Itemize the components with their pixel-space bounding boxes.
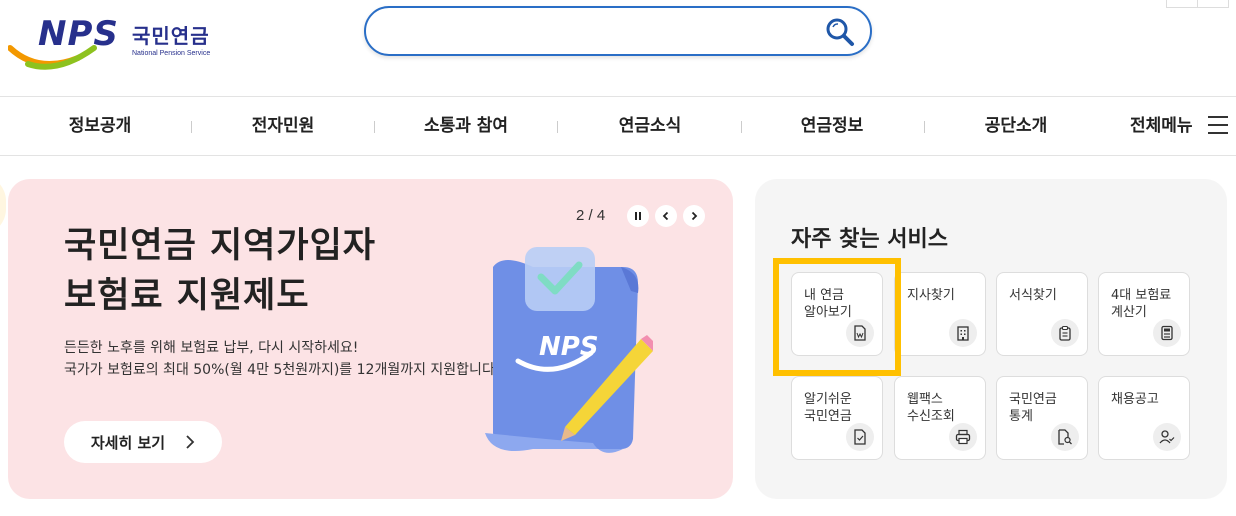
hero-title-line2: 보험료 지원제도 xyxy=(64,276,310,316)
prev-slide-button[interactable] xyxy=(655,205,677,227)
hamburger-icon[interactable] xyxy=(1208,116,1228,136)
nav-item-about[interactable]: 공단소개 xyxy=(956,97,1076,155)
nav-divider xyxy=(741,121,742,133)
card-label: 지사찾기 xyxy=(907,287,955,304)
nps-document-illustration: NPS xyxy=(485,247,653,453)
all-menu-link[interactable]: 전체메뉴 xyxy=(1130,97,1193,155)
card-label: 알기쉬운 국민연금 xyxy=(804,391,852,425)
card-label: 채용공고 xyxy=(1111,391,1159,408)
hero-title-line1: 국민연금 지역가입자 xyxy=(64,226,376,266)
card-label: 내 연금 알아보기 xyxy=(804,287,852,321)
building-icon xyxy=(949,319,977,347)
util-button-1[interactable] xyxy=(1166,0,1198,8)
hero-desc-line2: 국가가 보험료의 최대 50%(월 4만 5천원까지)를 12개월까지 지원합니… xyxy=(64,362,500,378)
card-label-line1: 알기쉬운 xyxy=(804,392,852,407)
service-card-find-branch[interactable]: 지사찾기 xyxy=(894,272,986,356)
hero-description: 든든한 노후를 위해 보험료 납부, 다시 시작하세요! 국가가 보험료의 최대… xyxy=(64,337,499,381)
card-label-line2: 알아보기 xyxy=(804,305,852,320)
card-label-line2: 수신조회 xyxy=(907,409,955,424)
card-label-line1: 웹팩스 xyxy=(907,392,943,407)
logo-english: National Pension Service xyxy=(132,50,211,57)
card-label-line1: 국민연금 xyxy=(1009,392,1057,407)
chevron-right-icon xyxy=(186,435,195,449)
frequent-services-panel: 자주 찾는 서비스 내 연금 알아보기 지사찾기 서식찾기 4대 보험료 계산기… xyxy=(755,179,1227,499)
service-card-insurance-calculator[interactable]: 4대 보험료 계산기 xyxy=(1098,272,1190,356)
illust-nps-text: NPS xyxy=(539,332,599,362)
printer-icon xyxy=(949,423,977,451)
nav-divider xyxy=(191,121,192,133)
card-label-line1: 4대 보험료 xyxy=(1111,288,1172,303)
search-box xyxy=(364,6,872,56)
card-label-line1: 서식찾기 xyxy=(1009,288,1057,303)
clipboard-icon xyxy=(1051,319,1079,347)
card-label-line2: 통계 xyxy=(1009,409,1033,424)
hero-title: 국민연금 지역가입자 보험료 지원제도 xyxy=(64,221,376,321)
hero-desc-line1: 든든한 노후를 위해 보험료 납부, 다시 시작하세요! xyxy=(64,340,359,356)
document-won-icon xyxy=(846,319,874,347)
card-label: 국민연금 통계 xyxy=(1009,391,1057,425)
card-label: 4대 보험료 계산기 xyxy=(1111,287,1171,321)
service-card-find-forms[interactable]: 서식찾기 xyxy=(996,272,1088,356)
calculator-icon xyxy=(1153,319,1181,347)
service-card-webfax[interactable]: 웹팩스 수신조회 xyxy=(894,376,986,460)
nav-item-e-civil[interactable]: 전자민원 xyxy=(223,97,343,155)
user-check-icon xyxy=(1153,423,1181,451)
document-check-icon xyxy=(846,423,874,451)
search-icon xyxy=(826,18,854,46)
logo-wordmark: 국민연금 National Pension Service xyxy=(132,20,210,57)
util-button-2[interactable] xyxy=(1197,0,1229,8)
service-card-my-pension[interactable]: 내 연금 알아보기 xyxy=(791,272,883,356)
service-card-pension-statistics[interactable]: 국민연금 통계 xyxy=(996,376,1088,460)
card-label: 웹팩스 수신조회 xyxy=(907,391,955,425)
decor-shape xyxy=(0,175,6,235)
card-label: 서식찾기 xyxy=(1009,287,1057,304)
logo-korean: 국민연금 xyxy=(132,24,210,48)
hero-banner: 국민연금 지역가입자 보험료 지원제도 든든한 노후를 위해 보험료 납부, 다… xyxy=(8,179,733,499)
logo-mark: NPS xyxy=(8,14,128,70)
nav-divider xyxy=(374,121,375,133)
nav-item-info-disclosure[interactable]: 정보공개 xyxy=(40,97,160,155)
card-label-line2: 국민연금 xyxy=(804,409,852,424)
card-label-line1: 지사찾기 xyxy=(907,288,955,303)
logo-text: NPS xyxy=(38,14,119,54)
next-slide-button[interactable] xyxy=(683,205,705,227)
card-label-line1: 채용공고 xyxy=(1111,392,1159,407)
pause-icon xyxy=(635,212,641,220)
nps-logo[interactable]: NPS 국민연금 National Pension Service xyxy=(8,14,228,70)
chevron-left-icon xyxy=(662,211,669,221)
slide-pager: 2 / 4 xyxy=(576,207,606,224)
nav-item-pension-info[interactable]: 연금정보 xyxy=(772,97,892,155)
main-navigation: 정보공개 전자민원 소통과 참여 연금소식 연금정보 공단소개 전체메뉴 xyxy=(0,96,1236,156)
card-label-line2: 계산기 xyxy=(1111,305,1147,320)
hero-detail-button[interactable]: 자세히 보기 xyxy=(64,421,222,463)
search-button[interactable] xyxy=(822,14,858,50)
service-card-easy-pension[interactable]: 알기쉬운 국민연금 xyxy=(791,376,883,460)
nav-item-pension-news[interactable]: 연금소식 xyxy=(590,97,710,155)
service-card-recruitment[interactable]: 채용공고 xyxy=(1098,376,1190,460)
document-search-icon xyxy=(1051,423,1079,451)
hero-detail-label: 자세히 보기 xyxy=(90,433,166,452)
nav-item-communication[interactable]: 소통과 참여 xyxy=(401,97,531,155)
search-input[interactable] xyxy=(388,18,808,44)
services-title: 자주 찾는 서비스 xyxy=(791,227,948,252)
card-label-line1: 내 연금 xyxy=(804,288,845,303)
nav-divider xyxy=(557,121,558,133)
chevron-right-icon xyxy=(691,211,698,221)
nav-divider xyxy=(924,121,925,133)
pause-button[interactable] xyxy=(627,205,649,227)
